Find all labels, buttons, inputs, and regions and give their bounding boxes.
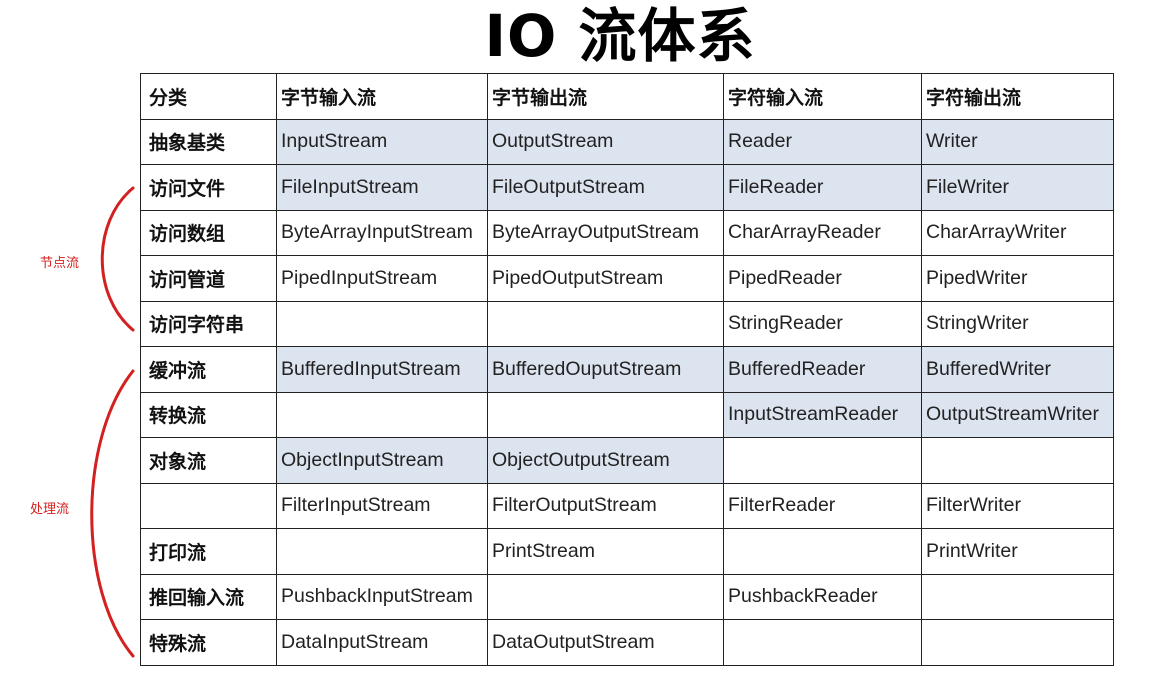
table-row: 访问数组 ByteArrayInputStream ByteArrayOutputS…	[140, 209, 1114, 256]
stream-class-cell	[921, 573, 1114, 620]
stream-class-cell: Reader	[723, 118, 922, 165]
stream-class-cell: StringWriter	[921, 300, 1114, 347]
table-header-row: 分类 字节输入流 字节输出流 字符输入流 字符输出流	[140, 73, 1114, 120]
category-cell: 访问字符串	[140, 300, 277, 347]
stream-class-cell	[487, 300, 724, 347]
stream-class-cell: Writer	[921, 118, 1114, 165]
category-cell: 访问文件	[140, 164, 277, 211]
stream-class-cell	[723, 619, 922, 666]
processing-streams-bracket	[90, 369, 135, 658]
table-row: 访问字符串 StringReader StringWriter	[140, 300, 1114, 347]
stream-class-cell: DataInputStream	[276, 619, 488, 666]
stream-class-cell: CharArrayReader	[723, 209, 922, 256]
stream-class-cell	[921, 437, 1114, 484]
io-stream-table: 分类 字节输入流 字节输出流 字符输入流 字符输出流 抽象基类 InputStream Out…	[140, 73, 1114, 666]
stream-class-cell	[487, 573, 724, 620]
stream-class-cell: FileInputStream	[276, 164, 488, 211]
stream-class-cell: BufferedReader	[723, 346, 922, 393]
stream-class-cell: InputStream	[276, 118, 488, 165]
stream-class-cell: OutputStreamWriter	[921, 391, 1114, 438]
category-cell: 打印流	[140, 528, 277, 575]
table-header-cell: 字符输出流	[921, 73, 1114, 120]
table-row: 转换流 InputStreamReader OutputStreamWriter	[140, 391, 1114, 438]
stream-class-cell: FilterWriter	[921, 482, 1114, 529]
category-cell: 抽象基类	[140, 118, 277, 165]
table-header-cell: 字节输出流	[487, 73, 724, 120]
category-cell: 缓冲流	[140, 346, 277, 393]
stream-class-cell: PrintWriter	[921, 528, 1114, 575]
stream-class-cell: PrintStream	[487, 528, 724, 575]
node-streams-bracket	[100, 186, 135, 332]
processing-streams-label: 处理流	[30, 502, 70, 517]
stream-class-cell: StringReader	[723, 300, 922, 347]
table-row: 推回输入流 PushbackInputStream PushbackReader	[140, 573, 1114, 620]
table-header-cell: 字符输入流	[723, 73, 922, 120]
category-cell	[140, 482, 277, 529]
table-row: 缓冲流 BufferedInputStream BufferedOuputStrea…	[140, 346, 1114, 393]
stream-class-cell: ByteArrayInputStream	[276, 209, 488, 256]
stream-class-cell: PipedWriter	[921, 255, 1114, 302]
stream-class-cell: DataOutputStream	[487, 619, 724, 666]
table-row: 特殊流 DataInputStream DataOutputStream	[140, 619, 1114, 666]
stream-class-cell	[723, 437, 922, 484]
category-cell: 访问数组	[140, 209, 277, 256]
stream-class-cell: FileWriter	[921, 164, 1114, 211]
stream-class-cell: PipedOutputStream	[487, 255, 724, 302]
category-cell: 推回输入流	[140, 573, 277, 620]
stream-class-cell: OutputStream	[487, 118, 724, 165]
stream-class-cell	[276, 528, 488, 575]
table-header-cell: 字节输入流	[276, 73, 488, 120]
stream-class-cell	[276, 391, 488, 438]
table-row: FilterInputStream FilterOutputStream Filte…	[140, 482, 1114, 529]
stream-class-cell: FileOutputStream	[487, 164, 724, 211]
stream-class-cell: InputStreamReader	[723, 391, 922, 438]
stream-class-cell: FilterOutputStream	[487, 482, 724, 529]
category-cell: 特殊流	[140, 619, 277, 666]
table-row: 打印流 PrintStream PrintWriter	[140, 528, 1114, 575]
table-row: 访问文件 FileInputStream FileOutputStream FileR…	[140, 164, 1114, 211]
table-row: 访问管道 PipedInputStream PipedOutputStream Pip…	[140, 255, 1114, 302]
table-row: 对象流 ObjectInputStream ObjectOutputStream	[140, 437, 1114, 484]
stream-class-cell	[276, 300, 488, 347]
stream-class-cell: FilterReader	[723, 482, 922, 529]
stream-class-cell	[921, 619, 1114, 666]
stream-class-cell	[487, 391, 724, 438]
node-streams-label: 节点流	[40, 256, 80, 271]
stream-class-cell: ObjectInputStream	[276, 437, 488, 484]
stream-class-cell: FilterInputStream	[276, 482, 488, 529]
table-header-cell: 分类	[140, 73, 277, 120]
stream-class-cell: ObjectOutputStream	[487, 437, 724, 484]
stream-class-cell: PushbackInputStream	[276, 573, 488, 620]
table-row: 抽象基类 InputStream OutputStream Reader Writer	[140, 118, 1114, 165]
stream-class-cell: BufferedInputStream	[276, 346, 488, 393]
stream-class-cell: ByteArrayOutputStream	[487, 209, 724, 256]
stream-class-cell: PushbackReader	[723, 573, 922, 620]
stream-class-cell: BufferedOuputStream	[487, 346, 724, 393]
category-cell: 访问管道	[140, 255, 277, 302]
stream-class-cell: FileReader	[723, 164, 922, 211]
stream-class-cell	[723, 528, 922, 575]
category-cell: 对象流	[140, 437, 277, 484]
stream-class-cell: BufferedWriter	[921, 346, 1114, 393]
stream-class-cell: PipedReader	[723, 255, 922, 302]
category-cell: 转换流	[140, 391, 277, 438]
stream-class-cell: CharArrayWriter	[921, 209, 1114, 256]
stream-class-cell: PipedInputStream	[276, 255, 488, 302]
